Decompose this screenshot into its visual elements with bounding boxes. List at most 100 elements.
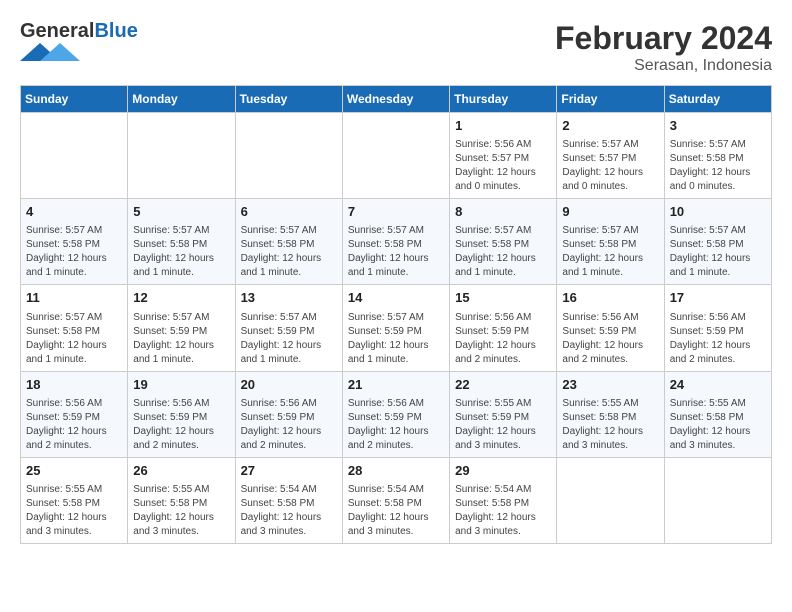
day-number: 4 (26, 203, 122, 221)
calendar-cell: 6 Sunrise: 5:57 AM Sunset: 5:58 PM Daylig… (235, 199, 342, 285)
cell-info: Sunrise: 5:55 AM Sunset: 5:58 PM Dayligh… (26, 483, 122, 539)
cell-info: Sunrise: 5:55 AM Sunset: 5:58 PM Dayligh… (670, 397, 766, 453)
cell-info: Sunrise: 5:54 AM Sunset: 5:58 PM Dayligh… (348, 483, 444, 539)
calendar-table: Sunday Monday Tuesday Wednesday Thursday… (20, 85, 772, 544)
cell-info: Sunrise: 5:55 AM Sunset: 5:58 PM Dayligh… (133, 483, 229, 539)
cell-info: Sunrise: 5:57 AM Sunset: 5:58 PM Dayligh… (133, 224, 229, 280)
calendar-cell (557, 457, 664, 543)
day-number: 28 (348, 462, 444, 480)
day-number: 15 (455, 289, 551, 307)
cell-info: Sunrise: 5:57 AM Sunset: 5:58 PM Dayligh… (241, 224, 337, 280)
day-number: 2 (562, 117, 658, 135)
calendar-cell: 11 Sunrise: 5:57 AM Sunset: 5:58 PM Dayli… (21, 285, 128, 371)
calendar-week-row: 4 Sunrise: 5:57 AM Sunset: 5:58 PM Daylig… (21, 199, 772, 285)
cell-info: Sunrise: 5:57 AM Sunset: 5:58 PM Dayligh… (26, 311, 122, 367)
cell-info: Sunrise: 5:57 AM Sunset: 5:58 PM Dayligh… (26, 224, 122, 280)
day-number: 18 (26, 376, 122, 394)
calendar-cell (128, 113, 235, 199)
cell-info: Sunrise: 5:57 AM Sunset: 5:58 PM Dayligh… (348, 224, 444, 280)
day-number: 14 (348, 289, 444, 307)
col-monday: Monday (128, 86, 235, 113)
logo-icon (20, 43, 80, 61)
day-number: 11 (26, 289, 122, 307)
logo-general: General (20, 20, 94, 42)
cell-info: Sunrise: 5:57 AM Sunset: 5:58 PM Dayligh… (670, 224, 766, 280)
calendar-cell: 22 Sunrise: 5:55 AM Sunset: 5:59 PM Dayli… (450, 371, 557, 457)
cell-info: Sunrise: 5:57 AM Sunset: 5:59 PM Dayligh… (133, 311, 229, 367)
page-header: GeneralBlue February 2024 Serasan, Indon… (20, 20, 772, 75)
cell-info: Sunrise: 5:55 AM Sunset: 5:58 PM Dayligh… (562, 397, 658, 453)
cell-info: Sunrise: 5:57 AM Sunset: 5:57 PM Dayligh… (562, 138, 658, 194)
cell-info: Sunrise: 5:55 AM Sunset: 5:59 PM Dayligh… (455, 397, 551, 453)
cell-info: Sunrise: 5:56 AM Sunset: 5:59 PM Dayligh… (562, 311, 658, 367)
cell-info: Sunrise: 5:56 AM Sunset: 5:59 PM Dayligh… (670, 311, 766, 367)
calendar-cell (664, 457, 771, 543)
day-number: 22 (455, 376, 551, 394)
logo: GeneralBlue (20, 20, 138, 66)
calendar-cell: 9 Sunrise: 5:57 AM Sunset: 5:58 PM Daylig… (557, 199, 664, 285)
day-number: 10 (670, 203, 766, 221)
calendar-cell: 28 Sunrise: 5:54 AM Sunset: 5:58 PM Dayli… (342, 457, 449, 543)
calendar-cell: 16 Sunrise: 5:56 AM Sunset: 5:59 PM Dayli… (557, 285, 664, 371)
cell-info: Sunrise: 5:57 AM Sunset: 5:59 PM Dayligh… (241, 311, 337, 367)
cell-info: Sunrise: 5:56 AM Sunset: 5:59 PM Dayligh… (241, 397, 337, 453)
calendar-cell: 2 Sunrise: 5:57 AM Sunset: 5:57 PM Daylig… (557, 113, 664, 199)
calendar-cell (235, 113, 342, 199)
cell-info: Sunrise: 5:57 AM Sunset: 5:58 PM Dayligh… (670, 138, 766, 194)
day-number: 7 (348, 203, 444, 221)
day-number: 1 (455, 117, 551, 135)
calendar-cell: 29 Sunrise: 5:54 AM Sunset: 5:58 PM Dayli… (450, 457, 557, 543)
cell-info: Sunrise: 5:54 AM Sunset: 5:58 PM Dayligh… (455, 483, 551, 539)
day-number: 9 (562, 203, 658, 221)
calendar-cell: 7 Sunrise: 5:57 AM Sunset: 5:58 PM Daylig… (342, 199, 449, 285)
calendar-cell: 25Sunrise: 5:55 AM Sunset: 5:58 PM Dayli… (21, 457, 128, 543)
calendar-cell: 24Sunrise: 5:55 AM Sunset: 5:58 PM Dayli… (664, 371, 771, 457)
calendar-cell: 27 Sunrise: 5:54 AM Sunset: 5:58 PM Dayli… (235, 457, 342, 543)
calendar-cell: 18Sunrise: 5:56 AM Sunset: 5:59 PM Dayli… (21, 371, 128, 457)
calendar-cell: 10 Sunrise: 5:57 AM Sunset: 5:58 PM Dayli… (664, 199, 771, 285)
calendar-cell: 13 Sunrise: 5:57 AM Sunset: 5:59 PM Dayli… (235, 285, 342, 371)
calendar-cell: 8 Sunrise: 5:57 AM Sunset: 5:58 PM Daylig… (450, 199, 557, 285)
col-friday: Friday (557, 86, 664, 113)
day-number: 3 (670, 117, 766, 135)
calendar-cell: 15Sunrise: 5:56 AM Sunset: 5:59 PM Dayli… (450, 285, 557, 371)
day-number: 17 (670, 289, 766, 307)
calendar-cell: 14Sunrise: 5:57 AM Sunset: 5:59 PM Dayli… (342, 285, 449, 371)
day-number: 6 (241, 203, 337, 221)
day-number: 8 (455, 203, 551, 221)
calendar-cell: 20Sunrise: 5:56 AM Sunset: 5:59 PM Dayli… (235, 371, 342, 457)
calendar-cell: 23Sunrise: 5:55 AM Sunset: 5:58 PM Dayli… (557, 371, 664, 457)
calendar-cell: 19Sunrise: 5:56 AM Sunset: 5:59 PM Dayli… (128, 371, 235, 457)
calendar-cell: 5 Sunrise: 5:57 AM Sunset: 5:58 PM Daylig… (128, 199, 235, 285)
cell-info: Sunrise: 5:56 AM Sunset: 5:59 PM Dayligh… (348, 397, 444, 453)
header-row: Sunday Monday Tuesday Wednesday Thursday… (21, 86, 772, 113)
calendar-cell: 4 Sunrise: 5:57 AM Sunset: 5:58 PM Daylig… (21, 199, 128, 285)
calendar-cell (21, 113, 128, 199)
calendar-cell: 12 Sunrise: 5:57 AM Sunset: 5:59 PM Dayli… (128, 285, 235, 371)
cell-info: Sunrise: 5:57 AM Sunset: 5:58 PM Dayligh… (562, 224, 658, 280)
col-tuesday: Tuesday (235, 86, 342, 113)
day-number: 12 (133, 289, 229, 307)
col-thursday: Thursday (450, 86, 557, 113)
day-number: 29 (455, 462, 551, 480)
title-block: February 2024 Serasan, Indonesia (555, 20, 772, 75)
col-sunday: Sunday (21, 86, 128, 113)
page-title: February 2024 (555, 20, 772, 57)
calendar-header: Sunday Monday Tuesday Wednesday Thursday… (21, 86, 772, 113)
calendar-cell: 26Sunrise: 5:55 AM Sunset: 5:58 PM Dayli… (128, 457, 235, 543)
day-number: 5 (133, 203, 229, 221)
day-number: 21 (348, 376, 444, 394)
cell-info: Sunrise: 5:54 AM Sunset: 5:58 PM Dayligh… (241, 483, 337, 539)
logo-blue: Blue (94, 20, 137, 42)
calendar-cell: 1Sunrise: 5:56 AM Sunset: 5:57 PM Daylig… (450, 113, 557, 199)
calendar-week-row: 1Sunrise: 5:56 AM Sunset: 5:57 PM Daylig… (21, 113, 772, 199)
calendar-week-row: 25Sunrise: 5:55 AM Sunset: 5:58 PM Dayli… (21, 457, 772, 543)
col-wednesday: Wednesday (342, 86, 449, 113)
calendar-cell: 17 Sunrise: 5:56 AM Sunset: 5:59 PM Dayli… (664, 285, 771, 371)
day-number: 16 (562, 289, 658, 307)
day-number: 19 (133, 376, 229, 394)
day-number: 27 (241, 462, 337, 480)
day-number: 13 (241, 289, 337, 307)
page-subtitle: Serasan, Indonesia (555, 57, 772, 75)
cell-info: Sunrise: 5:57 AM Sunset: 5:58 PM Dayligh… (455, 224, 551, 280)
